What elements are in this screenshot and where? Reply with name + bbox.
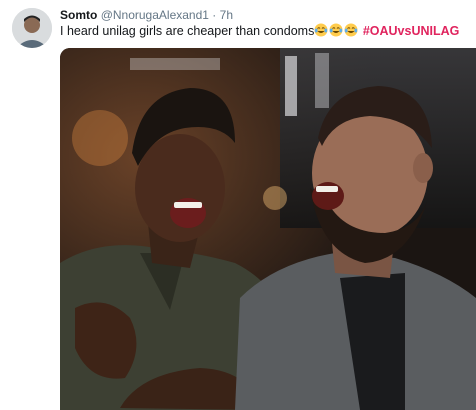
avatar[interactable] (12, 8, 52, 48)
tweet-text: I heard unilag girls are cheaper than co… (60, 23, 459, 40)
hashtag-link[interactable]: #OAUvsUNILAG (363, 24, 460, 38)
tweet-header: Somto @NnorugaAlexand1 · 7h (60, 8, 233, 23)
tears-of-joy-emoji-icon (344, 23, 358, 37)
user-handle[interactable]: @NnorugaAlexand1 (101, 8, 209, 22)
tweet-body-text: I heard unilag girls are cheaper than co… (60, 24, 315, 38)
separator-dot: · (212, 8, 217, 22)
tears-of-joy-emoji-icon (314, 23, 328, 37)
display-name[interactable]: Somto (60, 8, 97, 22)
tears-of-joy-emoji-icon (329, 23, 343, 37)
tweet-timestamp[interactable]: 7h (220, 8, 233, 22)
tweet-card[interactable]: Somto @NnorugaAlexand1 · 7h I heard unil… (0, 0, 476, 410)
tweet-photo[interactable] (60, 48, 476, 410)
